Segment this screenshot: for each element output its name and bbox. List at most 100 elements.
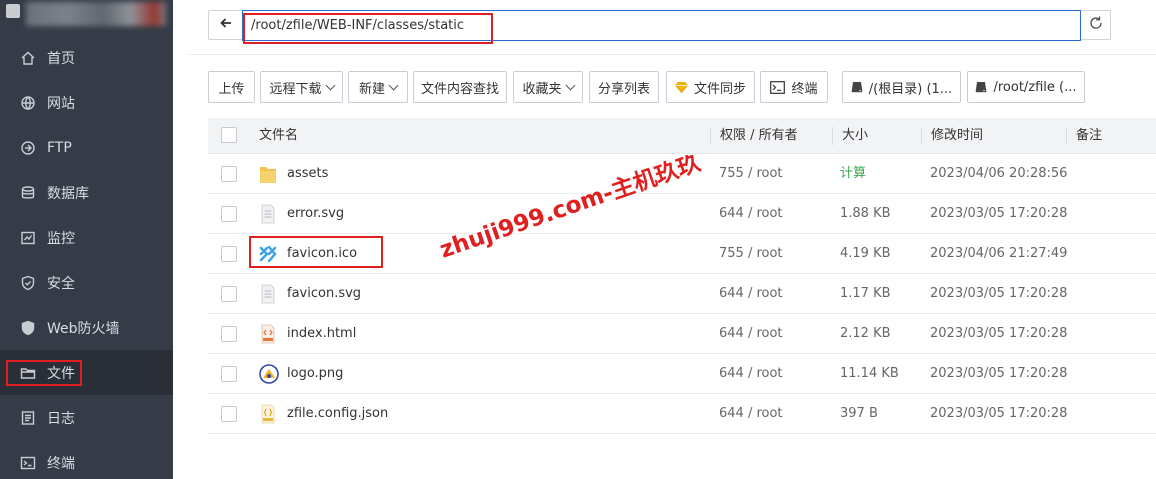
sidebar-item-database[interactable]: 数据库	[0, 170, 173, 215]
files-highlight-box	[6, 360, 82, 386]
sidebar-item-files[interactable]: 文件	[0, 350, 173, 395]
file-perm[interactable]: 644 / root	[719, 314, 783, 354]
file-name[interactable]: favicon.ico	[287, 234, 357, 274]
file-size: 11.14 KB	[840, 366, 899, 381]
home-icon	[20, 50, 36, 66]
sidebar: 首页 网站 FTP 数据库 监控 安全 Web防火墙 文件 日志 终端	[0, 0, 173, 479]
file-perm[interactable]: 644 / root	[719, 394, 783, 434]
file-perm[interactable]: 755 / root	[719, 234, 783, 274]
diamond-icon	[674, 81, 688, 93]
sidebar-item-label: FTP	[47, 139, 72, 156]
sidebar-item-terminal[interactable]: 终端	[0, 440, 173, 479]
sidebar-item-firewall[interactable]: Web防火墙	[0, 305, 173, 350]
share-list-button[interactable]: 分享列表	[589, 71, 659, 103]
file-name[interactable]: index.html	[287, 314, 356, 354]
sidebar-item-label: Web防火墙	[47, 320, 120, 337]
back-button[interactable]	[208, 10, 242, 40]
table-row[interactable]: zfile.config.json 644 / root 397 B 2023/…	[208, 394, 1156, 434]
file-perm[interactable]: 644 / root	[719, 194, 783, 234]
file-sync-label: 文件同步	[693, 81, 746, 97]
sidebar-item-security[interactable]: 安全	[0, 260, 173, 305]
panel-logo	[6, 4, 20, 18]
table-row[interactable]: assets 755 / root 计算 2023/04/06 20:28:56	[208, 154, 1156, 194]
disk-icon	[851, 81, 863, 93]
file-mtime: 2023/03/05 17:20:28	[930, 206, 1068, 221]
row-checkbox[interactable]	[221, 286, 237, 302]
disk-zfile-button[interactable]: /root/zfile (...	[967, 71, 1085, 103]
row-checkbox[interactable]	[221, 206, 237, 222]
document-icon	[258, 203, 278, 225]
brand-area	[0, 0, 173, 35]
upload-label: 上传	[218, 81, 245, 97]
file-perm[interactable]: 644 / root	[719, 354, 783, 394]
table-row[interactable]: favicon.ico 755 / root 4.19 KB 2023/04/0…	[208, 234, 1156, 274]
document-icon	[258, 283, 278, 305]
terminal-icon	[20, 455, 36, 471]
remote-download-button[interactable]: 远程下载	[260, 71, 343, 103]
col-name-header[interactable]: 文件名	[259, 118, 298, 154]
file-mtime: 2023/03/05 17:20:28	[930, 366, 1068, 381]
sidebar-item-website[interactable]: 网站	[0, 80, 173, 125]
sidebar-item-monitor[interactable]: 监控	[0, 215, 173, 260]
path-input[interactable]: /root/zfile/WEB-INF/classes/static	[242, 10, 1081, 41]
terminal-icon	[770, 80, 786, 94]
row-checkbox[interactable]	[221, 366, 237, 382]
new-button[interactable]: 新建	[348, 71, 408, 103]
firewall-icon	[20, 320, 36, 336]
file-name[interactable]: error.svg	[287, 194, 344, 234]
search-content-label: 文件内容查找	[420, 81, 499, 97]
file-mtime: 2023/04/06 21:27:49	[930, 246, 1068, 261]
chevron-down-icon	[388, 80, 399, 90]
file-sync-button[interactable]: 文件同步	[666, 71, 755, 103]
file-name[interactable]: assets	[287, 154, 328, 194]
row-checkbox[interactable]	[221, 166, 237, 182]
chevron-down-icon	[565, 80, 575, 90]
logo-image-icon	[258, 363, 279, 385]
favicon-icon	[258, 243, 278, 265]
file-name[interactable]: logo.png	[287, 354, 343, 394]
remote-download-label: 远程下载	[269, 81, 322, 97]
file-perm[interactable]: 755 / root	[719, 154, 783, 194]
column-divider	[832, 127, 833, 145]
blurred-server-name	[26, 2, 166, 26]
table-row[interactable]: index.html 644 / root 2.12 KB 2023/03/05…	[208, 314, 1156, 354]
refresh-button[interactable]	[1081, 10, 1111, 40]
col-note-header[interactable]: 备注	[1076, 118, 1102, 154]
sidebar-item-logs[interactable]: 日志	[0, 395, 173, 440]
search-content-button[interactable]: 文件内容查找	[413, 71, 507, 103]
calc-size-link[interactable]: 计算	[840, 154, 866, 194]
file-mtime: 2023/04/06 20:28:56	[930, 166, 1068, 181]
sidebar-item-home[interactable]: 首页	[0, 35, 173, 80]
col-perm-header[interactable]: 权限 / 所有者	[720, 118, 798, 154]
refresh-icon	[1088, 15, 1104, 35]
file-perm[interactable]: 644 / root	[719, 274, 783, 314]
terminal-button[interactable]: 终端	[760, 71, 828, 103]
upload-button[interactable]: 上传	[208, 71, 255, 103]
file-mtime: 2023/03/05 17:20:28	[930, 286, 1068, 301]
file-name[interactable]: zfile.config.json	[287, 394, 388, 434]
table-row[interactable]: logo.png 644 / root 11.14 KB 2023/03/05 …	[208, 354, 1156, 394]
favorites-label: 收藏夹	[522, 81, 562, 97]
shield-icon	[20, 275, 36, 291]
file-table-header: 文件名 权限 / 所有者 大小 修改时间 备注	[208, 118, 1156, 154]
favorites-button[interactable]: 收藏夹	[513, 71, 583, 103]
select-all-checkbox[interactable]	[221, 127, 237, 143]
disk-root-label: /(根目录) (1...	[868, 81, 953, 97]
table-row[interactable]: favicon.svg 644 / root 1.17 KB 2023/03/0…	[208, 274, 1156, 314]
table-row[interactable]: error.svg 644 / root 1.88 KB 2023/03/05 …	[208, 194, 1156, 234]
disk-root-button[interactable]: /(根目录) (1...	[842, 71, 961, 103]
sidebar-item-ftp[interactable]: FTP	[0, 125, 173, 170]
sidebar-item-label: 安全	[47, 275, 75, 292]
sidebar-item-label: 首页	[47, 50, 75, 67]
row-checkbox[interactable]	[221, 326, 237, 342]
chevron-down-icon	[325, 80, 335, 90]
row-checkbox[interactable]	[221, 246, 237, 262]
file-size: 2.12 KB	[840, 326, 891, 341]
col-mtime-header[interactable]: 修改时间	[931, 118, 983, 154]
row-checkbox[interactable]	[221, 406, 237, 422]
sidebar-item-label: 终端	[47, 455, 75, 472]
log-icon	[20, 410, 36, 426]
globe-icon	[20, 95, 36, 111]
col-size-header[interactable]: 大小	[842, 118, 868, 154]
file-name[interactable]: favicon.svg	[287, 274, 361, 314]
